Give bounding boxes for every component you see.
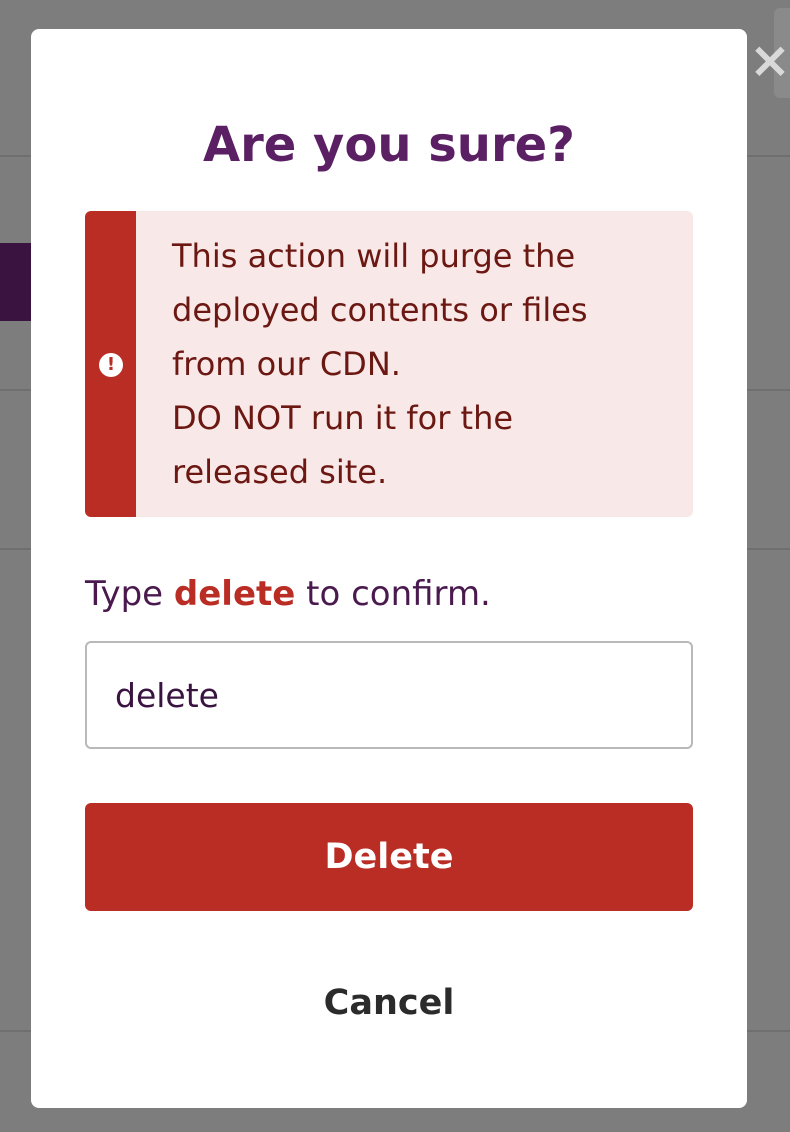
- warning-alert: ! This action will purge the deployed co…: [85, 211, 693, 517]
- cancel-button[interactable]: Cancel: [289, 975, 489, 1031]
- confirm-instructions: Type delete to confirm.: [85, 574, 491, 614]
- alert-accent-bar: !: [85, 211, 136, 517]
- background-badge: [0, 243, 32, 321]
- dialog-title: Are you sure?: [202, 117, 576, 173]
- alert-message: This action will purge the deployed cont…: [172, 237, 588, 491]
- exclamation-circle-icon: !: [99, 353, 123, 377]
- close-icon[interactable]: ×: [749, 35, 790, 85]
- delete-button[interactable]: Delete: [85, 803, 693, 911]
- confirm-keyword: delete: [173, 574, 296, 614]
- confirm-prefix: Type: [85, 574, 164, 614]
- confirm-suffix: to confirm.: [306, 574, 491, 614]
- confirm-input[interactable]: [85, 641, 693, 749]
- confirm-delete-dialog: Are you sure? ! This action will purge t…: [31, 29, 747, 1108]
